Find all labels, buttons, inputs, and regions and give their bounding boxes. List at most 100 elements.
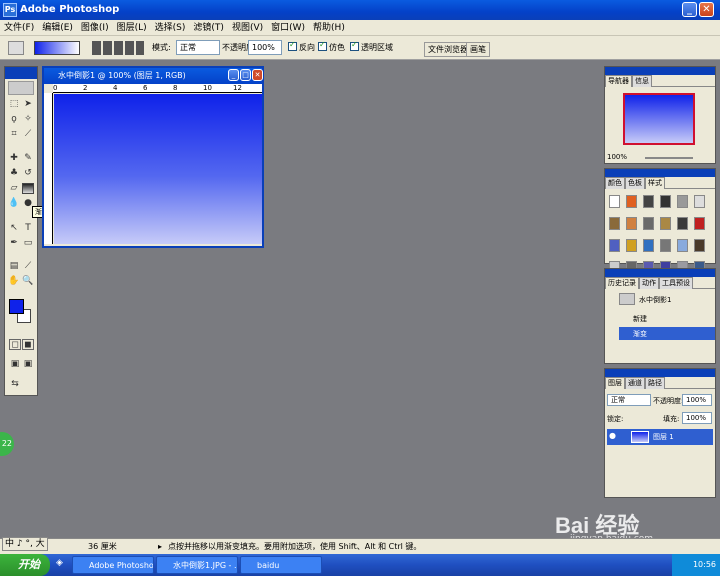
gradient-canvas[interactable] bbox=[54, 94, 262, 244]
menu-edit[interactable]: 编辑(E) bbox=[38, 20, 77, 36]
style-swatch[interactable] bbox=[694, 217, 705, 230]
task-image[interactable]: 水中倒影1.JPG - ... bbox=[156, 556, 238, 574]
brush-tool-icon[interactable]: ✎ bbox=[22, 153, 34, 164]
lasso-tool-icon[interactable]: ϙ bbox=[8, 114, 20, 125]
history-item[interactable]: 渐变 bbox=[633, 329, 647, 339]
navigator-preview[interactable] bbox=[623, 93, 695, 145]
jump-to-imageready-icon[interactable]: ⇆ bbox=[9, 379, 21, 390]
doc-maximize-button[interactable]: □ bbox=[240, 69, 251, 81]
fill-input[interactable]: 100% bbox=[682, 412, 712, 424]
path-select-icon[interactable]: ↖ bbox=[8, 223, 20, 234]
healing-brush-icon[interactable]: ✚ bbox=[8, 153, 20, 164]
style-swatch[interactable] bbox=[677, 217, 688, 230]
menu-file[interactable]: 文件(F) bbox=[0, 20, 38, 36]
tab-styles[interactable]: 样式 bbox=[645, 177, 665, 189]
crop-tool-icon[interactable]: ⌗ bbox=[8, 129, 20, 140]
menu-help[interactable]: 帮助(H) bbox=[309, 20, 349, 36]
tab-info[interactable]: 信息 bbox=[632, 75, 652, 87]
tab-actions[interactable]: 动作 bbox=[639, 277, 659, 289]
stamp-tool-icon[interactable]: ♣ bbox=[8, 168, 20, 179]
layer-name[interactable]: 图层 1 bbox=[653, 432, 674, 442]
task-photoshop[interactable]: Adobe Photoshop bbox=[72, 556, 154, 574]
visibility-eye-icon[interactable]: ● bbox=[609, 431, 616, 440]
style-swatch[interactable] bbox=[609, 239, 620, 252]
reverse-checkbox[interactable] bbox=[288, 40, 297, 51]
style-swatch[interactable] bbox=[609, 195, 620, 208]
style-swatch[interactable] bbox=[660, 239, 671, 252]
screen-mode-1-icon[interactable]: ▣ bbox=[9, 359, 21, 370]
menu-image[interactable]: 图像(I) bbox=[77, 20, 113, 36]
layer-opacity-input[interactable]: 100% bbox=[682, 394, 712, 406]
tab-channels[interactable]: 通道 bbox=[625, 377, 645, 389]
tab-navigator[interactable]: 导航器 bbox=[605, 75, 632, 87]
gradient-picker[interactable] bbox=[34, 41, 80, 55]
tab-paths[interactable]: 路径 bbox=[645, 377, 665, 389]
style-swatch[interactable] bbox=[643, 195, 654, 208]
eraser-tool-icon[interactable]: ▱ bbox=[8, 183, 20, 194]
tab-history[interactable]: 历史记录 bbox=[605, 277, 639, 289]
snapshot-name[interactable]: 水中倒影1 bbox=[639, 295, 671, 305]
minimize-button[interactable]: _ bbox=[682, 2, 697, 17]
menu-filter[interactable]: 滤镜(T) bbox=[189, 20, 228, 36]
menu-select[interactable]: 选择(S) bbox=[151, 20, 190, 36]
tab-layers[interactable]: 图层 bbox=[605, 377, 625, 389]
history-brush-icon[interactable]: ↺ bbox=[22, 168, 34, 179]
menu-view[interactable]: 视图(V) bbox=[228, 20, 267, 36]
tab-swatches[interactable]: 色板 bbox=[625, 177, 645, 189]
opacity-input[interactable]: 100% bbox=[248, 40, 282, 55]
style-swatch[interactable] bbox=[694, 239, 705, 252]
brushes-tab[interactable]: 画笔 bbox=[466, 42, 490, 57]
slice-tool-icon[interactable]: ⟋ bbox=[22, 129, 34, 140]
tool-preset-picker[interactable] bbox=[8, 41, 24, 55]
style-swatch[interactable] bbox=[660, 217, 671, 230]
dither-checkbox[interactable] bbox=[318, 40, 327, 51]
quick-mask-icon[interactable]: ◼ bbox=[22, 339, 34, 350]
menu-window[interactable]: 窗口(W) bbox=[267, 20, 309, 36]
move-tool-icon[interactable]: ➤ bbox=[22, 99, 34, 110]
style-swatch[interactable] bbox=[677, 239, 688, 252]
foreground-color-swatch[interactable] bbox=[9, 299, 24, 314]
style-swatch[interactable] bbox=[626, 239, 637, 252]
style-swatch[interactable] bbox=[609, 217, 620, 230]
style-swatch[interactable] bbox=[643, 239, 654, 252]
tab-color[interactable]: 颜色 bbox=[605, 177, 625, 189]
pen-tool-icon[interactable]: ✒ bbox=[8, 238, 20, 249]
style-swatch[interactable] bbox=[643, 217, 654, 230]
hand-tool-icon[interactable]: ✋ bbox=[8, 276, 20, 287]
magic-wand-icon[interactable]: ✧ bbox=[22, 114, 34, 125]
eyedropper-icon[interactable]: ⟋ bbox=[22, 261, 34, 272]
gradient-type-buttons[interactable] bbox=[92, 41, 144, 55]
adobe-online-icon[interactable] bbox=[8, 81, 34, 95]
blend-mode-select[interactable]: 正常 bbox=[607, 394, 651, 406]
doc-minimize-button[interactable]: _ bbox=[228, 69, 239, 81]
close-button[interactable]: ✕ bbox=[699, 2, 714, 17]
doc-close-button[interactable]: ✕ bbox=[252, 69, 263, 81]
style-swatch[interactable] bbox=[677, 195, 688, 208]
file-browser-tab[interactable]: 文件浏览器 bbox=[424, 42, 472, 57]
history-item[interactable]: 新建 bbox=[633, 314, 647, 324]
style-swatch[interactable] bbox=[660, 195, 671, 208]
marquee-tool-icon[interactable]: ⬚ bbox=[8, 99, 20, 110]
layer-row[interactable]: ● 图层 1 bbox=[607, 429, 713, 445]
quick-launch-icon[interactable]: ◈ bbox=[56, 558, 63, 568]
tab-tool-presets[interactable]: 工具预设 bbox=[659, 277, 693, 289]
shape-tool-icon[interactable]: ▭ bbox=[22, 238, 34, 249]
blur-tool-icon[interactable]: 💧 bbox=[8, 198, 20, 209]
type-tool-icon[interactable]: T bbox=[22, 223, 34, 234]
screen-mode-2-icon[interactable]: ▣ bbox=[22, 359, 34, 370]
menu-layer[interactable]: 图层(L) bbox=[113, 20, 151, 36]
zoom-tool-icon[interactable]: 🔍 bbox=[22, 276, 34, 287]
gradient-tool-icon[interactable] bbox=[22, 183, 34, 194]
task-baidu[interactable]: baidu bbox=[240, 556, 322, 574]
ime-toolbar[interactable]: 中 ♪ °, 大 bbox=[2, 537, 48, 551]
play-icon[interactable]: ▸ bbox=[158, 539, 162, 555]
mode-select[interactable]: 正常 bbox=[176, 40, 220, 55]
standard-mode-icon[interactable]: ◻ bbox=[9, 339, 21, 350]
zoom-slider[interactable] bbox=[645, 157, 693, 159]
notes-tool-icon[interactable]: ▤ bbox=[8, 261, 20, 272]
style-swatch[interactable] bbox=[626, 217, 637, 230]
start-button[interactable]: 开始 bbox=[0, 554, 50, 576]
style-swatch[interactable] bbox=[626, 195, 637, 208]
transparency-checkbox[interactable] bbox=[350, 40, 359, 51]
style-swatch[interactable] bbox=[694, 195, 705, 208]
